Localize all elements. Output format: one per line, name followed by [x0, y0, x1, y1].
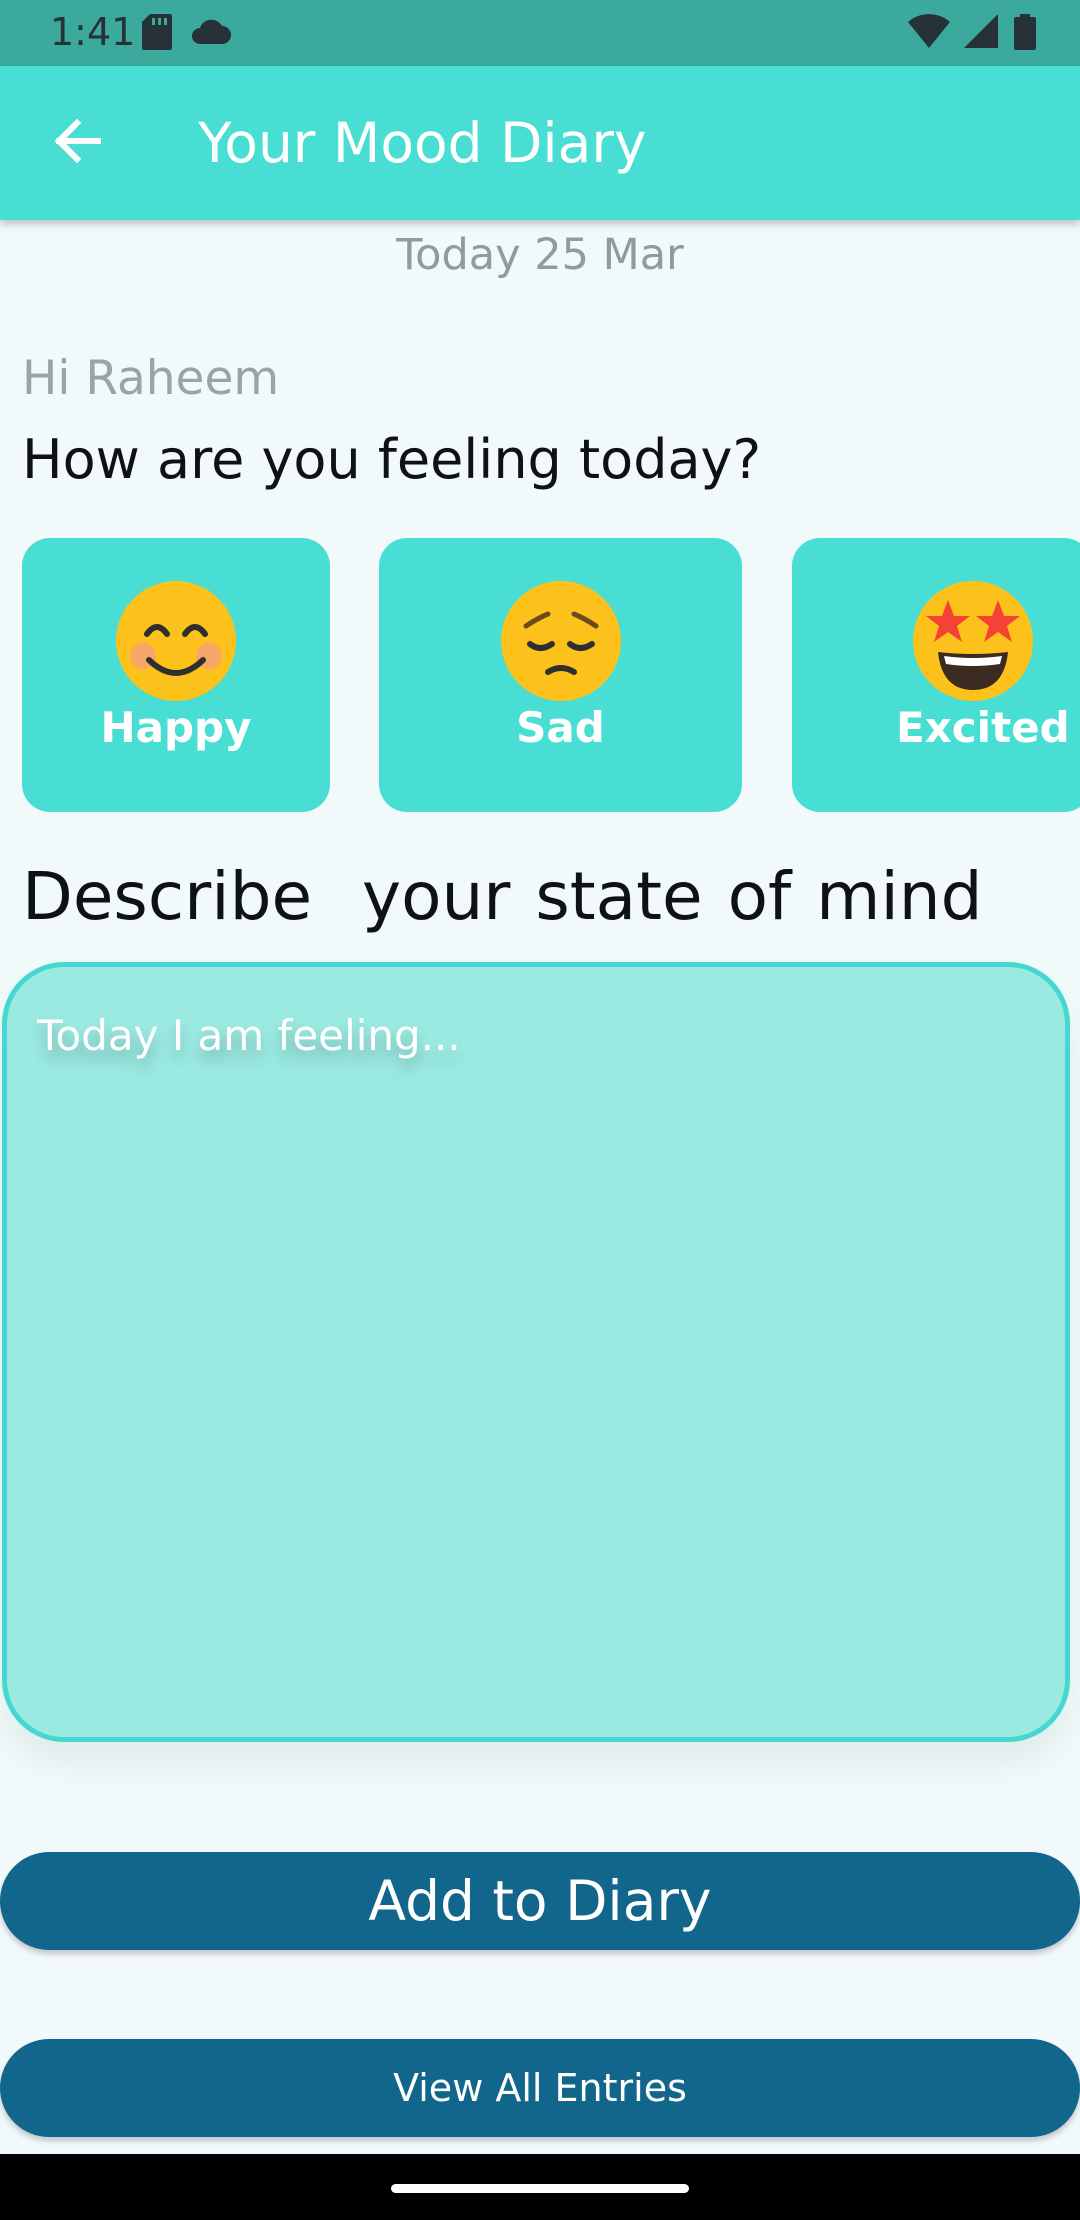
smiling-face-icon	[22, 578, 330, 704]
add-to-diary-button[interactable]: Add to Diary	[0, 1852, 1080, 1950]
mood-card-happy[interactable]: Happy	[22, 538, 330, 812]
battery-icon	[1014, 14, 1036, 54]
status-time: 1:41	[50, 10, 136, 54]
mood-label-happy: Happy	[100, 703, 252, 752]
date-label: Today 25 Mar	[396, 230, 684, 280]
diary-entry-field[interactable]: Today I am feeling...	[2, 962, 1070, 1742]
home-indicator[interactable]	[391, 2184, 689, 2193]
mood-question: How are you feeling today?	[22, 428, 762, 491]
navigation-bar	[0, 2154, 1080, 2220]
star-struck-face-icon	[792, 578, 1080, 704]
wifi-icon	[908, 14, 950, 54]
view-all-entries-button[interactable]: View All Entries	[0, 2039, 1080, 2137]
cloud-icon	[190, 14, 232, 54]
sd-card-icon	[142, 14, 172, 54]
arrow-back-icon	[53, 118, 102, 167]
describe-label: Describe your state of mind	[22, 858, 983, 935]
greeting-text: Hi Raheem	[22, 351, 280, 406]
status-left-icons	[142, 14, 232, 54]
signal-icon	[964, 14, 1000, 54]
status-bar: 1:41	[0, 0, 1080, 66]
page-title: Your Mood Diary	[198, 111, 647, 175]
diary-entry-placeholder: Today I am feeling...	[37, 1011, 461, 1060]
mood-card-sad[interactable]: Sad	[379, 538, 742, 812]
mood-label-sad: Sad	[516, 703, 605, 752]
mood-card-excited[interactable]: Excited	[792, 538, 1080, 812]
pensive-face-icon	[379, 578, 742, 704]
status-right-icons	[908, 14, 1036, 54]
app-bar: Your Mood Diary	[0, 66, 1080, 220]
back-button[interactable]	[40, 106, 114, 180]
mood-label-excited: Excited	[896, 703, 1070, 752]
